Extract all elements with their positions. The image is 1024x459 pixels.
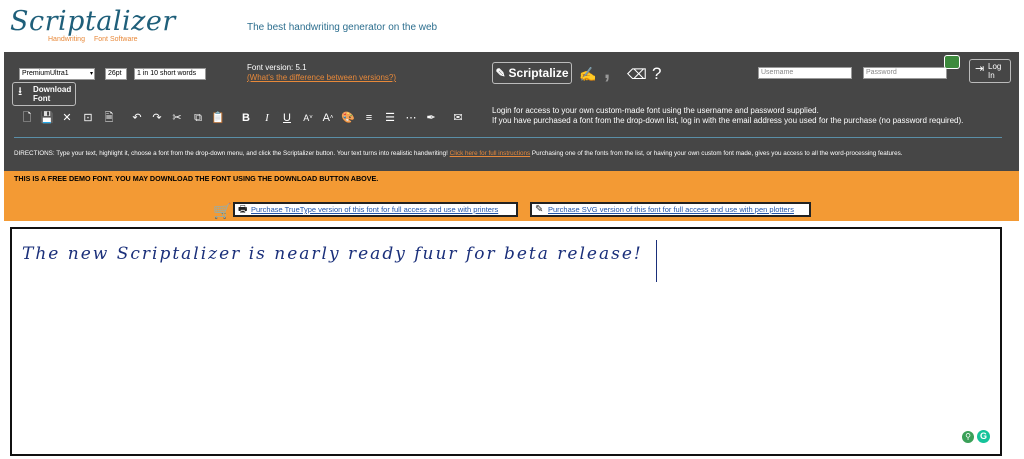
chevron-down-icon: ▾ (89, 71, 93, 77)
directions-after: Purchasing one of the fonts from the lis… (530, 150, 903, 157)
download-label-line1: Download (33, 85, 72, 94)
horizontal-rule-icon[interactable]: ⋯ (404, 111, 418, 125)
comma-icon[interactable]: , (604, 58, 610, 84)
save-icon[interactable]: 💾 (40, 111, 54, 125)
version-difference-link[interactable]: (What's the difference between versions?… (247, 73, 396, 82)
login-label-line2: In (988, 71, 995, 80)
undo-icon[interactable]: ↶ (130, 111, 144, 125)
scriptalize-button[interactable]: ✎ Scriptalize (492, 62, 572, 84)
demo-notice: THIS IS A FREE DEMO FONT. YOU MAY DOWNLO… (14, 174, 379, 183)
scriptalize-label: Scriptalize (508, 66, 569, 80)
login-button[interactable]: ⇥ Log In (969, 59, 1011, 83)
font-select-value: PremiumUltra1 (22, 70, 69, 77)
full-instructions-link[interactable]: Click here for full instructions (450, 150, 531, 157)
decrease-font-size-icon[interactable]: A˅ (301, 111, 315, 125)
grammarly-icon[interactable]: G (977, 430, 990, 443)
purchase-truetype-label: Purchase TrueType version of this font f… (251, 205, 499, 214)
pen-icon: ✎ (535, 204, 544, 215)
redo-icon[interactable]: ↷ (150, 111, 164, 125)
pencil-icon: ✎ (495, 66, 506, 80)
logo[interactable]: Scriptalizer Handwriting Font Software (6, 4, 175, 48)
download-font-button[interactable]: ⭳ Download Font (12, 82, 76, 106)
increase-font-size-icon[interactable]: A˄ (321, 111, 335, 125)
copy-icon[interactable]: ⧉ (191, 111, 205, 125)
eraser-icon[interactable]: ⌫ (627, 66, 647, 83)
directions-text: DIRECTIONS: Type your text, highlight it… (14, 150, 903, 157)
directions-before: DIRECTIONS: Type your text, highlight it… (14, 150, 450, 157)
logo-subtitle-handwriting: Handwriting (48, 36, 85, 43)
paste-icon[interactable]: 📋 (211, 111, 225, 125)
size-select[interactable]: 26pt (105, 68, 127, 80)
location-pin-icon[interactable]: ⚲ (962, 431, 974, 443)
editor-content[interactable]: The new Scriptalizer is nearly ready fuu… (22, 244, 643, 264)
cart-icon: 🛒 (213, 203, 232, 220)
close-icon[interactable]: ✕ (60, 111, 74, 125)
new-document-icon[interactable]: 🗋 (20, 111, 34, 125)
select-all-icon[interactable]: ⊡ (81, 111, 95, 125)
purchase-svg-button[interactable]: ✎ Purchase SVG version of this font for … (530, 202, 811, 217)
bold-button[interactable]: B (239, 111, 253, 125)
purchase-truetype-button[interactable]: 🖶 Purchase TrueType version of this font… (233, 202, 518, 217)
text-caret (656, 240, 657, 282)
purchase-svg-label: Purchase SVG version of this font for fu… (548, 205, 794, 214)
login-icon: ⇥ (975, 63, 985, 75)
login-info: Login for access to your own custom-made… (492, 106, 963, 126)
logo-title: Scriptalizer (10, 6, 176, 37)
username-input[interactable]: Username (758, 67, 852, 79)
login-info-line1: Login for access to your own custom-made… (492, 106, 819, 115)
help-icon[interactable]: ? (652, 64, 661, 84)
download-icon: ⭳ (18, 84, 23, 98)
password-manager-icon[interactable] (944, 55, 960, 69)
color-palette-icon[interactable]: 🎨 (341, 111, 355, 125)
logo-subtitle-font-software: Font Software (94, 36, 138, 43)
signature-icon[interactable]: ✒ (424, 111, 438, 125)
login-info-line2: If you have purchased a font from the dr… (492, 116, 964, 125)
italic-button[interactable]: I (260, 111, 274, 125)
underline-button[interactable]: U (280, 111, 294, 125)
printer-icon: 🖶 (238, 204, 248, 215)
envelope-icon[interactable]: ✉ (451, 111, 465, 125)
cut-icon[interactable]: ✂ (170, 111, 184, 125)
pen-signature-icon[interactable]: ✍ (579, 66, 596, 83)
font-version-label: Font version: 5.1 (247, 63, 307, 72)
list-icon[interactable]: ☰ (383, 111, 397, 125)
align-left-icon[interactable]: ≡ (362, 111, 376, 125)
print-preview-icon[interactable]: 🗎 (102, 111, 116, 125)
login-label-line1: Log (988, 62, 1002, 71)
tagline: The best handwriting generator on the we… (247, 22, 438, 33)
password-input[interactable]: Password (863, 67, 947, 79)
divider (14, 137, 1002, 138)
word-variation-select[interactable]: 1 in 10 short words (134, 68, 206, 80)
font-select[interactable]: PremiumUltra1 ▾ (19, 68, 95, 80)
download-label-line2: Font (33, 94, 51, 103)
